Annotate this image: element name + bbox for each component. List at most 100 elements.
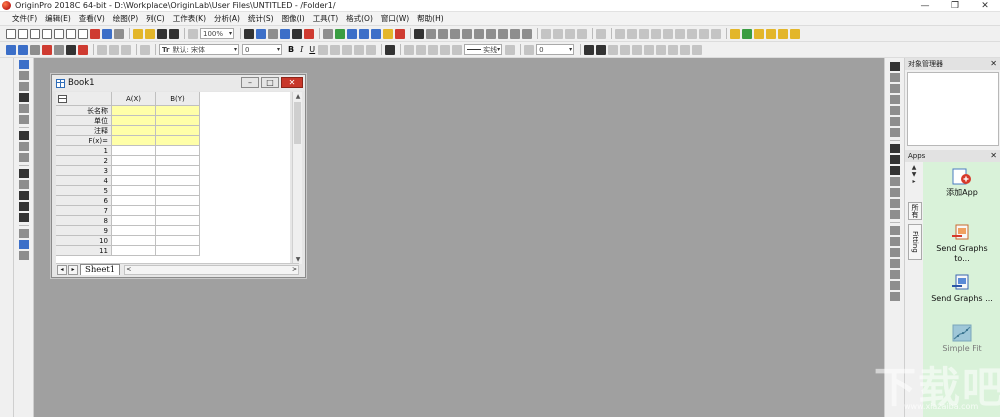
menu-plot[interactable]: 绘图(P) bbox=[109, 13, 142, 24]
next-sheet-icon[interactable]: ▸ bbox=[68, 264, 78, 275]
app-send-graphs-ppt[interactable]: Send Graphs to... bbox=[923, 224, 1000, 264]
table-cell[interactable] bbox=[156, 116, 200, 126]
scroll-left-icon[interactable]: < bbox=[126, 266, 131, 273]
zoom-in-icon[interactable] bbox=[754, 28, 764, 39]
workbook-close-button[interactable]: ✕ bbox=[281, 77, 303, 88]
data-selector-icon[interactable] bbox=[18, 115, 29, 124]
menu-file[interactable]: 文件(F) bbox=[8, 13, 41, 24]
menu-format[interactable]: 格式(O) bbox=[342, 13, 377, 24]
merge-cells-icon[interactable] bbox=[632, 44, 643, 55]
row-header[interactable]: 8 bbox=[56, 216, 112, 226]
new-graph-icon[interactable] bbox=[42, 28, 52, 39]
table-cell[interactable] bbox=[156, 186, 200, 196]
wrap-icon[interactable] bbox=[644, 44, 655, 55]
new-excel-icon[interactable] bbox=[102, 28, 112, 39]
row-header[interactable]: 5 bbox=[56, 186, 112, 196]
row-header[interactable]: 长名称 bbox=[56, 106, 112, 116]
pattern-fill-icon[interactable] bbox=[524, 44, 535, 55]
table-cell[interactable] bbox=[156, 166, 200, 176]
table-cell[interactable] bbox=[156, 106, 200, 116]
import-wizard-icon[interactable] bbox=[347, 28, 357, 39]
table-cell[interactable] bbox=[156, 176, 200, 186]
merge-icon[interactable] bbox=[699, 28, 709, 39]
copy-icon[interactable] bbox=[109, 44, 119, 55]
sheet-corner[interactable] bbox=[56, 92, 112, 106]
same-height-icon[interactable] bbox=[889, 292, 900, 301]
rescale-axes-icon[interactable] bbox=[889, 210, 900, 219]
distribute-horizontal-icon[interactable] bbox=[889, 259, 900, 268]
save-template-icon[interactable] bbox=[169, 28, 179, 39]
column-y-icon[interactable] bbox=[438, 28, 448, 39]
sort-icon[interactable] bbox=[474, 28, 484, 39]
worksheet-grid[interactable]: A(X) B(Y) 长名称 单位 注释 F(x)= 1 2 3 4 5 6 7 … bbox=[56, 92, 290, 264]
screen-reader-icon[interactable] bbox=[18, 93, 29, 102]
greek-icon[interactable] bbox=[342, 44, 353, 55]
row-header[interactable]: 4 bbox=[56, 176, 112, 186]
table-cell[interactable] bbox=[156, 156, 200, 166]
new-function-icon[interactable] bbox=[66, 28, 76, 39]
next-page-icon[interactable] bbox=[639, 28, 649, 39]
align-left-icon[interactable] bbox=[584, 44, 595, 55]
filter-icon[interactable] bbox=[486, 28, 496, 39]
scroll-up-icon[interactable]: ▲ bbox=[293, 92, 303, 101]
text-tool-icon[interactable] bbox=[18, 169, 29, 178]
line-tool-icon[interactable] bbox=[18, 202, 29, 211]
minimize-button[interactable]: — bbox=[910, 0, 940, 12]
pattern-icon[interactable] bbox=[428, 44, 439, 55]
report-icon[interactable] bbox=[42, 44, 52, 55]
restore-button[interactable]: ❐ bbox=[940, 0, 970, 12]
row-header[interactable]: 11 bbox=[56, 246, 112, 256]
table-cell[interactable] bbox=[112, 226, 156, 236]
table-cell[interactable] bbox=[112, 176, 156, 186]
line-width-icon[interactable] bbox=[505, 44, 516, 55]
pointer-icon[interactable] bbox=[18, 60, 29, 69]
table-cell[interactable] bbox=[156, 236, 200, 246]
app-simple-fit[interactable]: Simple Fit bbox=[923, 324, 1000, 354]
menu-statistics[interactable]: 统计(S) bbox=[244, 13, 278, 24]
clear-x-icon[interactable] bbox=[541, 28, 551, 39]
animate-icon[interactable] bbox=[730, 28, 740, 39]
table-cell[interactable] bbox=[112, 156, 156, 166]
ungroup-icon[interactable] bbox=[680, 44, 691, 55]
timestamp-icon[interactable] bbox=[889, 177, 900, 186]
line-size-select[interactable]: 0 ▾ bbox=[536, 44, 575, 55]
table-cell[interactable] bbox=[112, 126, 156, 136]
app-add-app[interactable]: 添加App bbox=[923, 168, 1000, 198]
menu-arrow-icon[interactable]: ▸ bbox=[912, 178, 915, 185]
column-z-icon[interactable] bbox=[450, 28, 460, 39]
project-explorer-icon[interactable] bbox=[256, 28, 266, 39]
layer-icon[interactable] bbox=[687, 28, 697, 39]
zoom-tool-icon[interactable] bbox=[18, 71, 29, 80]
superscript-icon[interactable] bbox=[318, 44, 329, 55]
color-map-icon[interactable] bbox=[78, 44, 88, 55]
duplicate-icon[interactable] bbox=[114, 28, 124, 39]
new-workbook-icon[interactable] bbox=[30, 28, 40, 39]
line-style-select[interactable]: 实线 ▾ bbox=[464, 44, 503, 55]
tab-all-apps[interactable]: 所有 bbox=[908, 202, 922, 220]
message-log-icon[interactable] bbox=[304, 28, 314, 39]
menu-analysis[interactable]: 分析(A) bbox=[210, 13, 244, 24]
bring-front-icon[interactable] bbox=[889, 226, 900, 235]
annotation-icon[interactable] bbox=[18, 240, 29, 249]
menu-column[interactable]: 列(C) bbox=[142, 13, 169, 24]
import-ascii-icon[interactable] bbox=[359, 28, 369, 39]
table-cell[interactable] bbox=[112, 186, 156, 196]
workbook-title-bar[interactable]: Book1 – □ ✕ bbox=[52, 75, 305, 91]
row-header[interactable]: 6 bbox=[56, 196, 112, 206]
bold-button[interactable]: B bbox=[288, 45, 294, 54]
border-icon[interactable] bbox=[620, 44, 631, 55]
send-back-icon[interactable] bbox=[889, 237, 900, 246]
menu-help[interactable]: 帮助(H) bbox=[413, 13, 448, 24]
font-color-icon[interactable] bbox=[385, 44, 396, 55]
scroll-down-icon[interactable]: ▼ bbox=[912, 171, 917, 178]
hand-tool-icon[interactable] bbox=[18, 229, 29, 238]
font-select[interactable]: Tr 默认: 宋体 ▾ bbox=[159, 44, 239, 55]
row-header[interactable]: 1 bbox=[56, 146, 112, 156]
arrow-tool-icon[interactable] bbox=[18, 180, 29, 189]
add-page-icon[interactable] bbox=[663, 28, 673, 39]
font-larger-icon[interactable] bbox=[354, 44, 365, 55]
insert-column-icon[interactable] bbox=[510, 28, 520, 39]
layer-title-icon[interactable] bbox=[889, 188, 900, 197]
menu-image[interactable]: 图像(I) bbox=[278, 13, 309, 24]
table-cell[interactable] bbox=[112, 206, 156, 216]
